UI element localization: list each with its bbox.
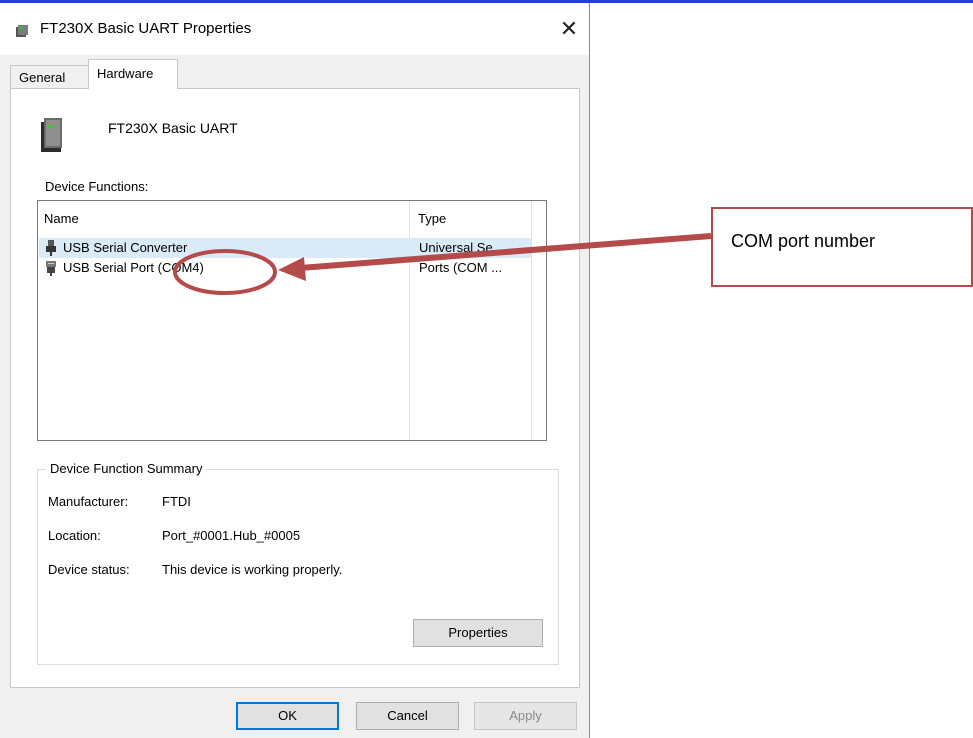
annotation-callout: COM port number (711, 207, 973, 287)
serial-port-icon (46, 261, 56, 276)
list-item[interactable]: USB Serial Port (COM4) Ports (COM ... (39, 258, 531, 278)
summary-legend: Device Function Summary (46, 461, 207, 476)
properties-button[interactable]: Properties (413, 619, 543, 647)
device-status-value: This device is working properly. (162, 562, 343, 577)
device-icon (41, 118, 62, 152)
apply-button: Apply (474, 702, 577, 730)
location-label: Location: (48, 528, 101, 543)
column-separator (409, 201, 410, 440)
device-name: FT230X Basic UART (108, 120, 238, 136)
device-functions-label: Device Functions: (45, 179, 149, 194)
row-type: Ports (COM ... (419, 260, 503, 275)
device-small-icon (16, 25, 28, 37)
column-header-type[interactable]: Type (418, 211, 446, 226)
usb-plug-icon (46, 240, 56, 256)
window-title: FT230X Basic UART Properties (40, 20, 252, 37)
row-name: USB Serial Port (COM4) (63, 260, 204, 275)
row-name: USB Serial Converter (63, 240, 188, 255)
callout-text: COM port number (731, 231, 876, 251)
column-header-name[interactable]: Name (44, 211, 79, 226)
tab-hardware[interactable]: Hardware (88, 59, 178, 89)
close-button[interactable]: ✕ (553, 15, 585, 43)
manufacturer-label: Manufacturer: (48, 494, 129, 509)
device-functions-list[interactable]: Name Type USB Serial Converter Universal… (37, 200, 547, 441)
cancel-button[interactable]: Cancel (356, 702, 459, 730)
list-item[interactable]: USB Serial Converter Universal Se... (39, 238, 531, 258)
device-status-label: Device status: (48, 562, 130, 577)
title-bar: FT230X Basic UART Properties ✕ (0, 3, 589, 55)
tab-general[interactable]: General (10, 65, 90, 89)
row-type: Universal Se... (419, 240, 504, 255)
ok-button[interactable]: OK (236, 702, 339, 730)
location-value: Port_#0001.Hub_#0005 (162, 528, 301, 543)
properties-dialog: FT230X Basic UART Properties ✕ General H… (0, 3, 590, 738)
column-separator (531, 201, 532, 440)
manufacturer-value: FTDI (162, 494, 191, 509)
